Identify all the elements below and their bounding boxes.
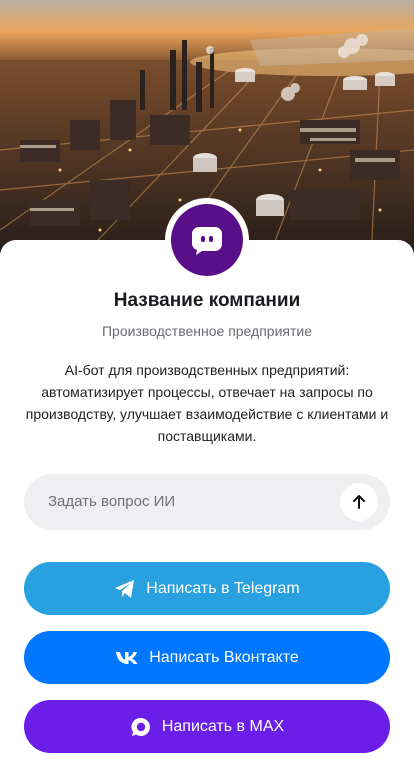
max-button-label: Написать в MAX <box>161 717 285 735</box>
arrow-up-icon <box>351 494 367 510</box>
telegram-icon <box>114 579 136 599</box>
company-category: Производственное предприятие <box>101 323 312 339</box>
vk-icon <box>115 651 139 665</box>
vk-button[interactable]: Написать Вконтакте <box>24 631 390 684</box>
ask-ai-input[interactable]: Задать вопрос ИИ <box>24 474 390 530</box>
chat-bubble-icon <box>190 223 224 257</box>
telegram-button-label: Написать в Telegram <box>146 579 300 597</box>
send-button[interactable] <box>340 483 378 521</box>
company-name: Название компании <box>113 290 301 311</box>
company-avatar <box>165 198 249 282</box>
company-description: AI-бот для производственных предприятий:… <box>25 362 389 444</box>
ask-ai-placeholder: Задать вопрос ИИ <box>48 493 176 510</box>
max-button[interactable]: Написать в MAX <box>24 700 390 753</box>
vk-button-label: Написать Вконтакте <box>149 648 299 666</box>
max-icon <box>130 716 152 738</box>
avatar-circle <box>171 204 243 276</box>
telegram-button[interactable]: Написать в Telegram <box>24 562 390 615</box>
